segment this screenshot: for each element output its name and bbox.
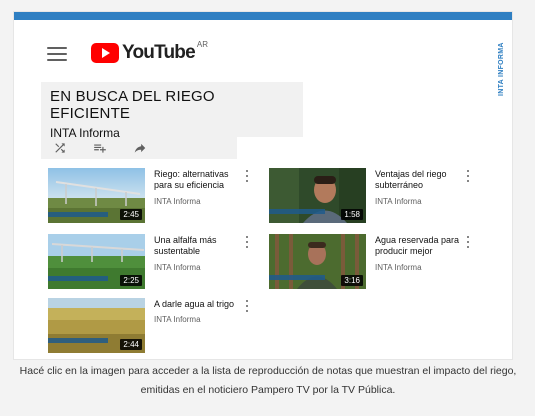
video-channel: INTA Informa xyxy=(375,263,422,272)
menu-icon[interactable] xyxy=(47,47,67,61)
video-duration: 2:25 xyxy=(120,275,142,286)
list-item[interactable]: 2:25 Una alfalfa más sustentable INTA In… xyxy=(48,234,258,292)
video-thumbnail[interactable]: 2:45 xyxy=(48,168,145,223)
video-title[interactable]: A darle agua al trigo xyxy=(154,299,240,310)
image-caption: Hacé clic en la imagen para acceder a la… xyxy=(19,365,517,396)
top-accent-bar xyxy=(14,12,512,20)
video-title[interactable]: Ventajas del riego subterráneo xyxy=(375,169,461,191)
list-item[interactable]: 1:58 Ventajas del riego subterráneo INTA… xyxy=(269,168,479,226)
youtube-logo[interactable]: YouTube AR xyxy=(91,40,208,64)
video-duration: 1:58 xyxy=(341,209,363,220)
playlist-title[interactable]: EN BUSCA DEL RIEGO EFICIENTE xyxy=(50,88,294,122)
video-thumbnail[interactable]: 2:25 xyxy=(48,234,145,289)
video-channel: INTA Informa xyxy=(375,197,422,206)
video-channel: INTA Informa xyxy=(154,263,201,272)
region-code: AR xyxy=(196,40,208,49)
video-thumbnail[interactable]: 1:58 xyxy=(269,168,366,223)
shuffle-icon[interactable] xyxy=(51,139,69,157)
list-item[interactable]: 3:16 Agua reservada para producir mejor … xyxy=(269,234,479,292)
actions-spacer xyxy=(237,137,303,159)
video-thumbnail[interactable]: 2:44 xyxy=(48,298,145,353)
share-icon[interactable] xyxy=(131,139,149,157)
youtube-wordmark: YouTube xyxy=(122,42,196,63)
embed-frame[interactable]: INTA INFORMA YouTube AR EN BUSCA DEL RIE… xyxy=(13,11,513,360)
more-options-icon[interactable] xyxy=(244,300,250,312)
more-options-icon[interactable] xyxy=(244,236,250,248)
video-duration: 3:16 xyxy=(341,275,363,286)
video-title[interactable]: Una alfalfa más sustentable xyxy=(154,235,240,257)
side-label: INTA INFORMA xyxy=(498,42,505,96)
video-channel: INTA Informa xyxy=(154,315,201,324)
playlist-actions xyxy=(41,137,237,159)
more-options-icon[interactable] xyxy=(465,170,471,182)
playlist-add-icon[interactable] xyxy=(91,139,109,157)
video-duration: 2:44 xyxy=(120,339,142,350)
more-options-icon[interactable] xyxy=(244,170,250,182)
video-title[interactable]: Agua reservada para producir mejor xyxy=(375,235,461,257)
more-options-icon[interactable] xyxy=(465,236,471,248)
list-item[interactable]: 2:44 A darle agua al trigo INTA Informa xyxy=(48,298,258,356)
list-item[interactable]: 2:45 Riego: alternativas para su eficien… xyxy=(48,168,258,226)
youtube-play-icon xyxy=(91,43,119,63)
playlist-header: EN BUSCA DEL RIEGO EFICIENTE INTA Inform… xyxy=(41,82,303,140)
video-channel: INTA Informa xyxy=(154,197,201,206)
video-duration: 2:45 xyxy=(120,209,142,220)
video-title[interactable]: Riego: alternativas para su eficiencia xyxy=(154,169,240,191)
video-thumbnail[interactable]: 3:16 xyxy=(269,234,366,289)
